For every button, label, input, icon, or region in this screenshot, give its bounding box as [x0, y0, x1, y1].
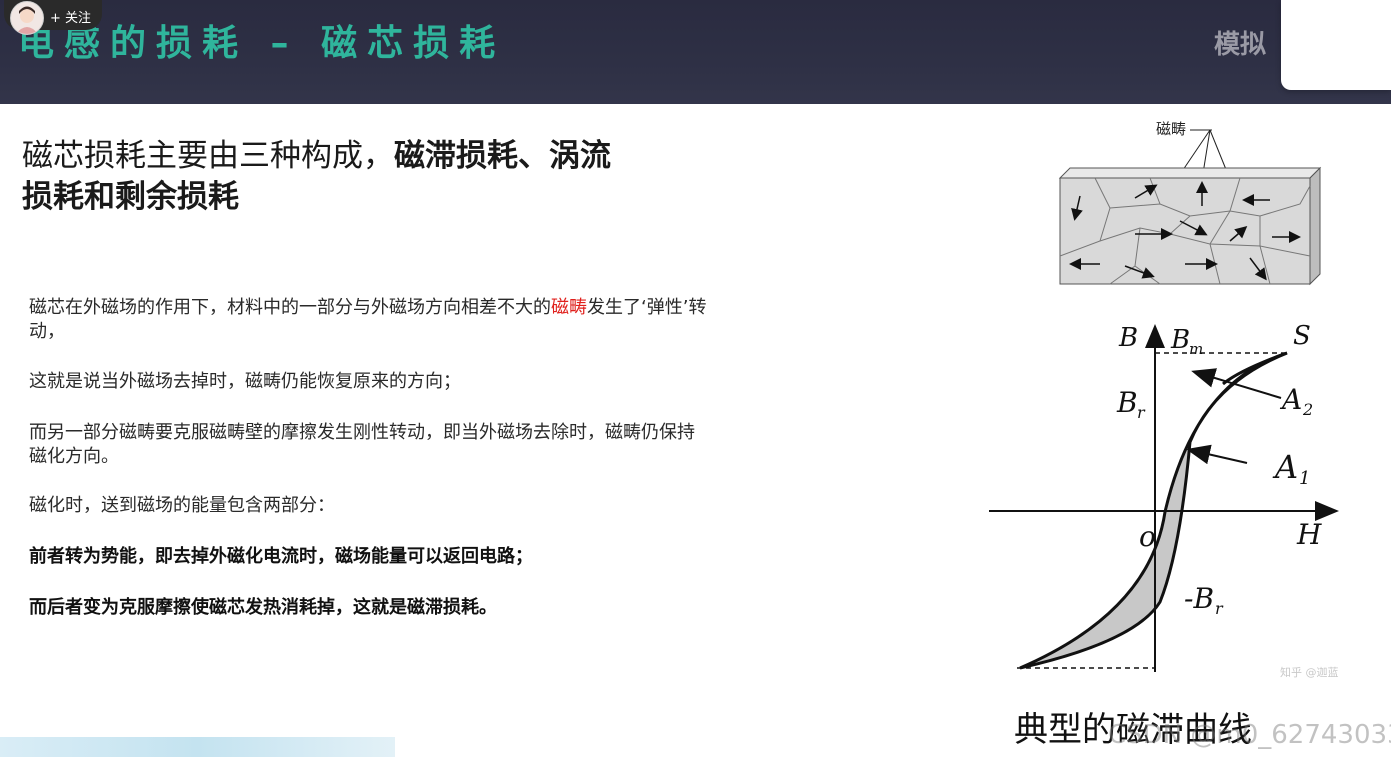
- s-point-label: S: [1293, 322, 1311, 351]
- a2-label: A: [1279, 383, 1302, 416]
- highlight-domain-word: 磁畴: [551, 297, 587, 318]
- a2-subscript: 2: [1302, 400, 1313, 419]
- paragraph-5: 前者转为势能，即去掉外磁化电流时，磁场能量可以返回电路；: [29, 546, 533, 567]
- paragraph-2: 这就是说当外磁场去掉时，磁畴仍能恢复原来的方向；: [29, 371, 461, 392]
- avatar[interactable]: [10, 1, 44, 35]
- b-axis-label: B: [1118, 323, 1138, 353]
- magnetic-domain-figure: 磁畴: [1058, 120, 1322, 286]
- paragraph-1: 磁芯在外磁场的作用下，材料中的一部分与外磁场方向相差不大的磁畴发生了‘弹性’转动…: [29, 296, 709, 344]
- bm-subscript: m: [1189, 340, 1203, 358]
- follow-button[interactable]: + 关注: [50, 7, 91, 26]
- origin-label: o: [1139, 520, 1156, 553]
- csdn-watermark: CSDN @m0_62743033: [1108, 720, 1391, 750]
- br-label: B: [1116, 386, 1138, 419]
- domain-label: 磁畴: [1156, 120, 1186, 138]
- bm-label: B: [1170, 325, 1190, 355]
- paragraph-3: 而另一部分磁畴要克服磁畴壁的摩擦发生刚性转动，即当外磁场去除时，磁畴仍保持磁化方…: [29, 422, 695, 467]
- slide-header-bar: 电感的损耗 – 磁芯损耗 模拟: [0, 0, 1391, 104]
- slide-heading: 磁芯损耗主要由三种构成，磁滞损耗、涡流 损耗和剩余损耗: [22, 136, 722, 218]
- floating-panel[interactable]: [1281, 0, 1391, 90]
- bottom-thumbnail-strip: [0, 737, 395, 757]
- paragraph-4: 磁化时，送到磁场的能量包含两部分：: [29, 495, 335, 516]
- brand-text: 模拟: [1214, 30, 1267, 60]
- heading-bold-text-1: 磁滞损耗、涡流: [394, 138, 611, 174]
- neg-br-label: -B: [1184, 582, 1214, 615]
- hysteresis-loop-figure: B B m S B r A 2 A 1 o H -B r: [989, 322, 1339, 672]
- p1-text-before: 磁芯在外磁场的作用下，材料中的一部分与外磁场方向相差不大的: [29, 297, 551, 318]
- heading-normal-text: 磁芯损耗主要由三种构成，: [22, 138, 394, 174]
- follow-pill[interactable]: + 关注: [4, 0, 102, 35]
- a1-subscript: 1: [1299, 468, 1310, 489]
- a1-label: A: [1272, 448, 1298, 486]
- neg-br-subscript: r: [1215, 599, 1224, 618]
- paragraph-6: 而后者变为克服摩擦使磁芯发热消耗掉，这就是磁滞损耗。: [29, 597, 497, 618]
- br-subscript: r: [1137, 403, 1146, 422]
- zhihu-watermark: 知乎 @迦蓝: [1280, 666, 1339, 679]
- heading-bold-text-2: 损耗和剩余损耗: [22, 179, 239, 215]
- h-axis-label: H: [1296, 518, 1322, 551]
